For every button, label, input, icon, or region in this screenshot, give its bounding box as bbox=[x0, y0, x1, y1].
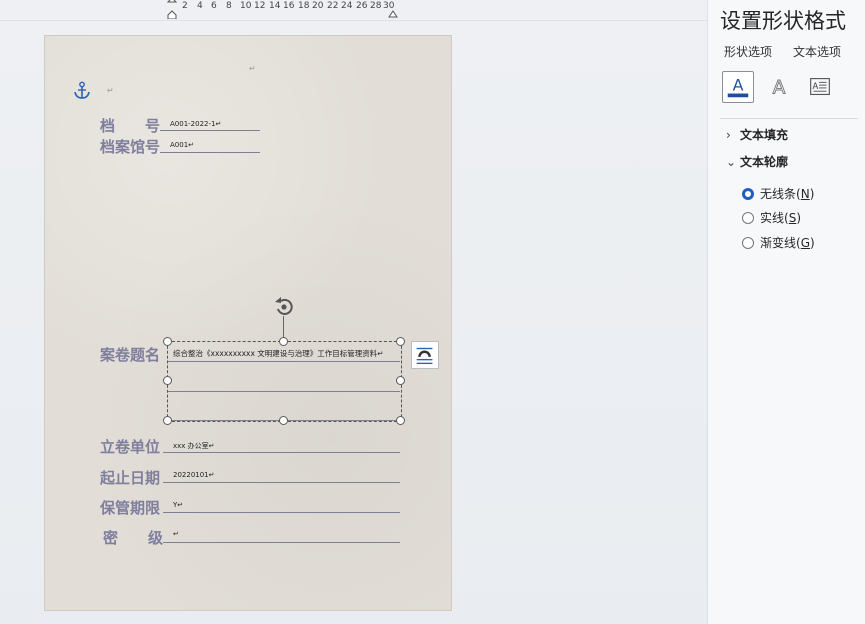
ruler-tick: 4 bbox=[197, 1, 203, 11]
radio-button[interactable] bbox=[742, 211, 754, 224]
access-key: S bbox=[788, 210, 797, 225]
resize-handle-right[interactable] bbox=[396, 376, 405, 385]
underline bbox=[160, 152, 260, 153]
ruler-tick: 26 bbox=[356, 1, 368, 11]
field-label-archive-number: 档 号 bbox=[100, 117, 161, 135]
radio-button-selected[interactable] bbox=[742, 187, 754, 200]
field-value-date-range[interactable]: 20220101↵ bbox=[173, 471, 215, 479]
ruler-tick: 12 bbox=[254, 1, 266, 11]
field-value-archive-number[interactable]: A001-2022-1↵ bbox=[170, 120, 221, 128]
ruler-tick: 24 bbox=[341, 1, 353, 11]
radio-solid-line[interactable]: 实线(S) bbox=[742, 209, 801, 226]
tab-text-effects[interactable]: A bbox=[763, 71, 795, 103]
resize-handle-bottom-left[interactable] bbox=[163, 416, 172, 425]
resize-handle-top-right[interactable] bbox=[396, 337, 405, 346]
field-value-retention-period[interactable]: Y↵ bbox=[173, 501, 183, 509]
layout-options-icon bbox=[416, 347, 433, 365]
radio-button[interactable] bbox=[742, 236, 754, 249]
ruler-tick: 14 bbox=[269, 1, 281, 11]
ruler-tick: 10 bbox=[240, 1, 252, 11]
radio-gradient-line[interactable]: 渐变线(G) bbox=[742, 234, 815, 251]
chevron-right-icon: › bbox=[726, 128, 731, 142]
field-label-volume-title: 案卷题名 bbox=[100, 346, 161, 364]
pane-divider bbox=[720, 118, 858, 119]
radio-label: 渐变线 bbox=[760, 236, 797, 250]
resize-handle-left[interactable] bbox=[163, 376, 172, 385]
radio-no-line[interactable]: 无线条(N) bbox=[742, 185, 814, 202]
layout-options-button[interactable] bbox=[411, 341, 439, 369]
paragraph-mark: ↵ bbox=[107, 86, 114, 95]
access-key: G bbox=[800, 235, 811, 250]
radio-label: 实线 bbox=[760, 211, 785, 225]
field-label-archive-office-number: 档案馆号 bbox=[100, 138, 161, 156]
field-label-retention-period: 保管期限 bbox=[100, 499, 161, 517]
access-key: N bbox=[800, 186, 810, 201]
ruler-tick: 8 bbox=[226, 1, 232, 11]
section-label: 文本填充 bbox=[740, 128, 789, 142]
textbox-volume-title-text[interactable]: 综合整治《xxxxxxxxxx 文明建设与治理》工作目标管理资料↵ bbox=[173, 348, 384, 359]
svg-text:A: A bbox=[773, 78, 786, 99]
underline bbox=[163, 482, 400, 483]
ruler-tick: 20 bbox=[312, 1, 324, 11]
ruler-tick: 2 bbox=[182, 1, 188, 11]
field-label-filing-unit: 立卷单位 bbox=[100, 438, 161, 456]
ruler-tick: 22 bbox=[327, 1, 339, 11]
ruler-tick: 28 bbox=[370, 1, 382, 11]
section-text-fill[interactable]: › 文本填充 bbox=[726, 126, 788, 143]
section-label: 文本轮廓 bbox=[740, 155, 789, 169]
document-workspace: 2 4 6 8 10 12 14 16 18 20 22 24 26 28 30… bbox=[0, 0, 707, 624]
underline bbox=[163, 452, 400, 453]
ruler-divider bbox=[0, 20, 707, 21]
ruler-right-indent-marker[interactable] bbox=[388, 8, 398, 18]
section-text-outline[interactable]: ⌄ 文本轮廓 bbox=[726, 153, 788, 170]
field-label-date-range: 起止日期 bbox=[100, 469, 161, 487]
horizontal-ruler[interactable]: 2 4 6 8 10 12 14 16 18 20 22 24 26 28 30 bbox=[165, 0, 405, 20]
svg-text:A: A bbox=[812, 81, 818, 91]
tab-text-options[interactable]: 文本选项 bbox=[793, 43, 841, 60]
ruler-tick: 18 bbox=[298, 1, 310, 11]
ruler-tick: 16 bbox=[283, 1, 295, 11]
format-shape-pane: 设置形状格式 形状选项 文本选项 A A A › 文本填充 ⌄ 文本轮廓 无线条(N… bbox=[707, 0, 865, 624]
field-value-archive-office-number[interactable]: A001↵ bbox=[170, 141, 194, 149]
resize-handle-bottom[interactable] bbox=[279, 416, 288, 425]
text-fill-outline-icon: A bbox=[727, 76, 749, 98]
text-box-layout-icon: A bbox=[810, 78, 830, 96]
pane-title: 设置形状格式 bbox=[720, 9, 846, 33]
resize-handle-top[interactable] bbox=[279, 337, 288, 346]
resize-handle-top-left[interactable] bbox=[163, 337, 172, 346]
rotate-handle-icon[interactable] bbox=[272, 295, 296, 319]
text-effects-icon: A bbox=[772, 77, 786, 99]
field-label-security-level: 密 级 bbox=[103, 529, 164, 547]
anchor-icon[interactable] bbox=[73, 81, 91, 101]
field-value-security-level[interactable]: ↵ bbox=[173, 530, 179, 538]
svg-text:A: A bbox=[733, 76, 744, 95]
ruler-indent-marker-bottom[interactable] bbox=[167, 9, 177, 19]
radio-label: 无线条 bbox=[760, 187, 797, 201]
underline bbox=[163, 542, 400, 543]
resize-handle-bottom-right[interactable] bbox=[396, 416, 405, 425]
underline bbox=[160, 130, 260, 131]
ruler-tick: 6 bbox=[211, 1, 217, 11]
document-page[interactable]: ↵ ↵ 档 号 A001-2022-1↵ 档案馆号 A001↵ 案卷题名 立卷单… bbox=[44, 35, 452, 611]
field-value-filing-unit[interactable]: xxx 办公室↵ bbox=[173, 441, 215, 451]
chevron-down-icon: ⌄ bbox=[726, 155, 737, 169]
tab-shape-options[interactable]: 形状选项 bbox=[724, 43, 772, 60]
tab-text-box-layout[interactable]: A bbox=[804, 71, 836, 103]
paragraph-mark: ↵ bbox=[249, 64, 256, 73]
ruler-indent-marker-left[interactable] bbox=[167, 0, 177, 8]
tab-text-fill-outline[interactable]: A bbox=[722, 71, 754, 103]
underline bbox=[163, 512, 400, 513]
